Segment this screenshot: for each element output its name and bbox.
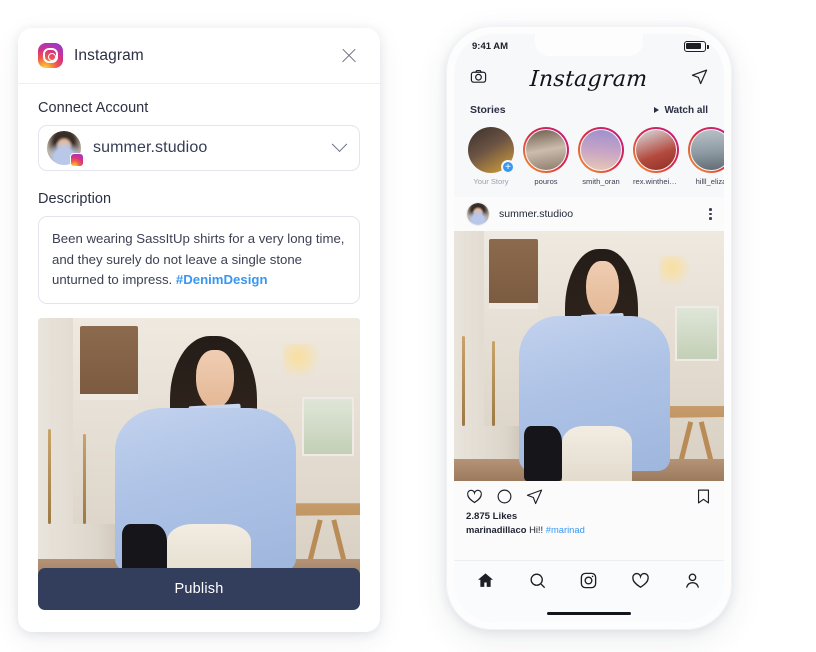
instagram-badge-icon [70, 153, 84, 167]
add-story-icon[interactable]: + [501, 160, 515, 174]
close-icon[interactable] [338, 45, 360, 67]
story-label: hilll_eliza [695, 177, 724, 186]
chevron-down-icon [331, 135, 348, 152]
phone-screen: 9:41 AM Instagram Stories Watch all + Yo… [454, 34, 724, 622]
stories-title: Stories [470, 104, 506, 116]
story-label: pouros [534, 177, 558, 186]
reels-icon[interactable] [579, 571, 598, 595]
account-select[interactable]: summer.studioo [38, 125, 360, 171]
story-item-smith-oran[interactable]: smith_oran [578, 127, 624, 186]
story-thumbnail [690, 129, 724, 171]
home-indicator [454, 604, 724, 622]
status-time: 9:41 AM [472, 40, 509, 52]
share-icon[interactable] [526, 488, 543, 505]
post-avatar[interactable] [466, 202, 490, 226]
comment-icon[interactable] [496, 488, 513, 505]
camera-icon[interactable] [470, 68, 487, 90]
avatar [47, 131, 84, 167]
stories-header: Stories Watch all [454, 100, 724, 120]
comment-text: Hi!! [529, 524, 544, 535]
story-thumbnail [525, 129, 567, 171]
story-label: rex.wintheiser [633, 177, 679, 186]
connect-account-label: Connect Account [38, 100, 149, 116]
description-label: Description [38, 191, 112, 207]
screenshot-stage: Instagram Connect Account summer.studioo… [0, 0, 816, 652]
story-item-your-story[interactable]: + Your Story [468, 127, 515, 186]
watch-all-button[interactable]: Watch all [654, 105, 708, 116]
battery-icon [684, 40, 709, 52]
post-header: summer.studioo [454, 197, 724, 231]
story-ring [523, 127, 569, 173]
story-thumbnail [580, 129, 622, 171]
story-item-rex-wintheiser[interactable]: rex.wintheiser [633, 127, 679, 186]
instagram-wordmark: Instagram [529, 66, 649, 92]
post-username[interactable]: summer.studioo [499, 208, 573, 220]
post-comment: marinadillaco Hi!! #marinad [454, 522, 724, 535]
card-body: Connect Account summer.studioo Descripti… [18, 84, 380, 583]
card-header: Instagram [18, 28, 380, 84]
play-triangle-icon [654, 107, 660, 113]
stories-row[interactable]: + Your Story pouros smith_oran rex.winth… [454, 120, 724, 191]
like-icon[interactable] [466, 488, 483, 505]
more-options-icon[interactable] [709, 207, 712, 221]
bookmark-icon[interactable] [695, 488, 712, 505]
post-actions [454, 481, 724, 511]
watch-all-label: Watch all [664, 104, 708, 116]
story-ring [633, 127, 679, 173]
post-likes: 2.875 Likes [466, 511, 518, 522]
bottom-tabbar [454, 560, 724, 604]
story-ring [688, 127, 724, 173]
story-thumbnail [635, 129, 677, 171]
story-ring: + [468, 127, 515, 174]
activity-icon[interactable] [631, 571, 650, 595]
send-icon[interactable] [691, 68, 708, 90]
instagram-publish-card: Instagram Connect Account summer.studioo… [18, 28, 380, 632]
phone-notch [535, 34, 643, 56]
story-item-hilll-eliza[interactable]: hilll_eliza [688, 127, 724, 186]
publish-button[interactable]: Publish [38, 568, 360, 610]
story-item-pouros[interactable]: pouros [523, 127, 569, 186]
post-image [454, 231, 724, 481]
comment-hashtag[interactable]: #marinad [546, 524, 585, 535]
post-preview-image [38, 317, 360, 583]
story-label: Your Story [473, 177, 509, 186]
instagram-topbar: Instagram [454, 58, 724, 100]
profile-icon[interactable] [683, 571, 702, 595]
account-username: summer.studioo [93, 139, 208, 156]
feed-post: summer.studioo 2.875 Likes marinadillaco… [454, 197, 724, 560]
home-icon[interactable] [476, 571, 495, 595]
description-input[interactable]: Been wearing SassItUp shirts for a very … [38, 216, 360, 304]
story-label: smith_oran [582, 177, 620, 186]
phone-mockup: 9:41 AM Instagram Stories Watch all + Yo… [446, 26, 732, 630]
instagram-icon [38, 43, 63, 68]
story-ring [578, 127, 624, 173]
description-hashtag: #DenimDesign [175, 272, 268, 288]
card-title: Instagram [74, 46, 144, 64]
comment-username[interactable]: marinadillaco [466, 524, 526, 535]
search-icon[interactable] [528, 571, 547, 595]
